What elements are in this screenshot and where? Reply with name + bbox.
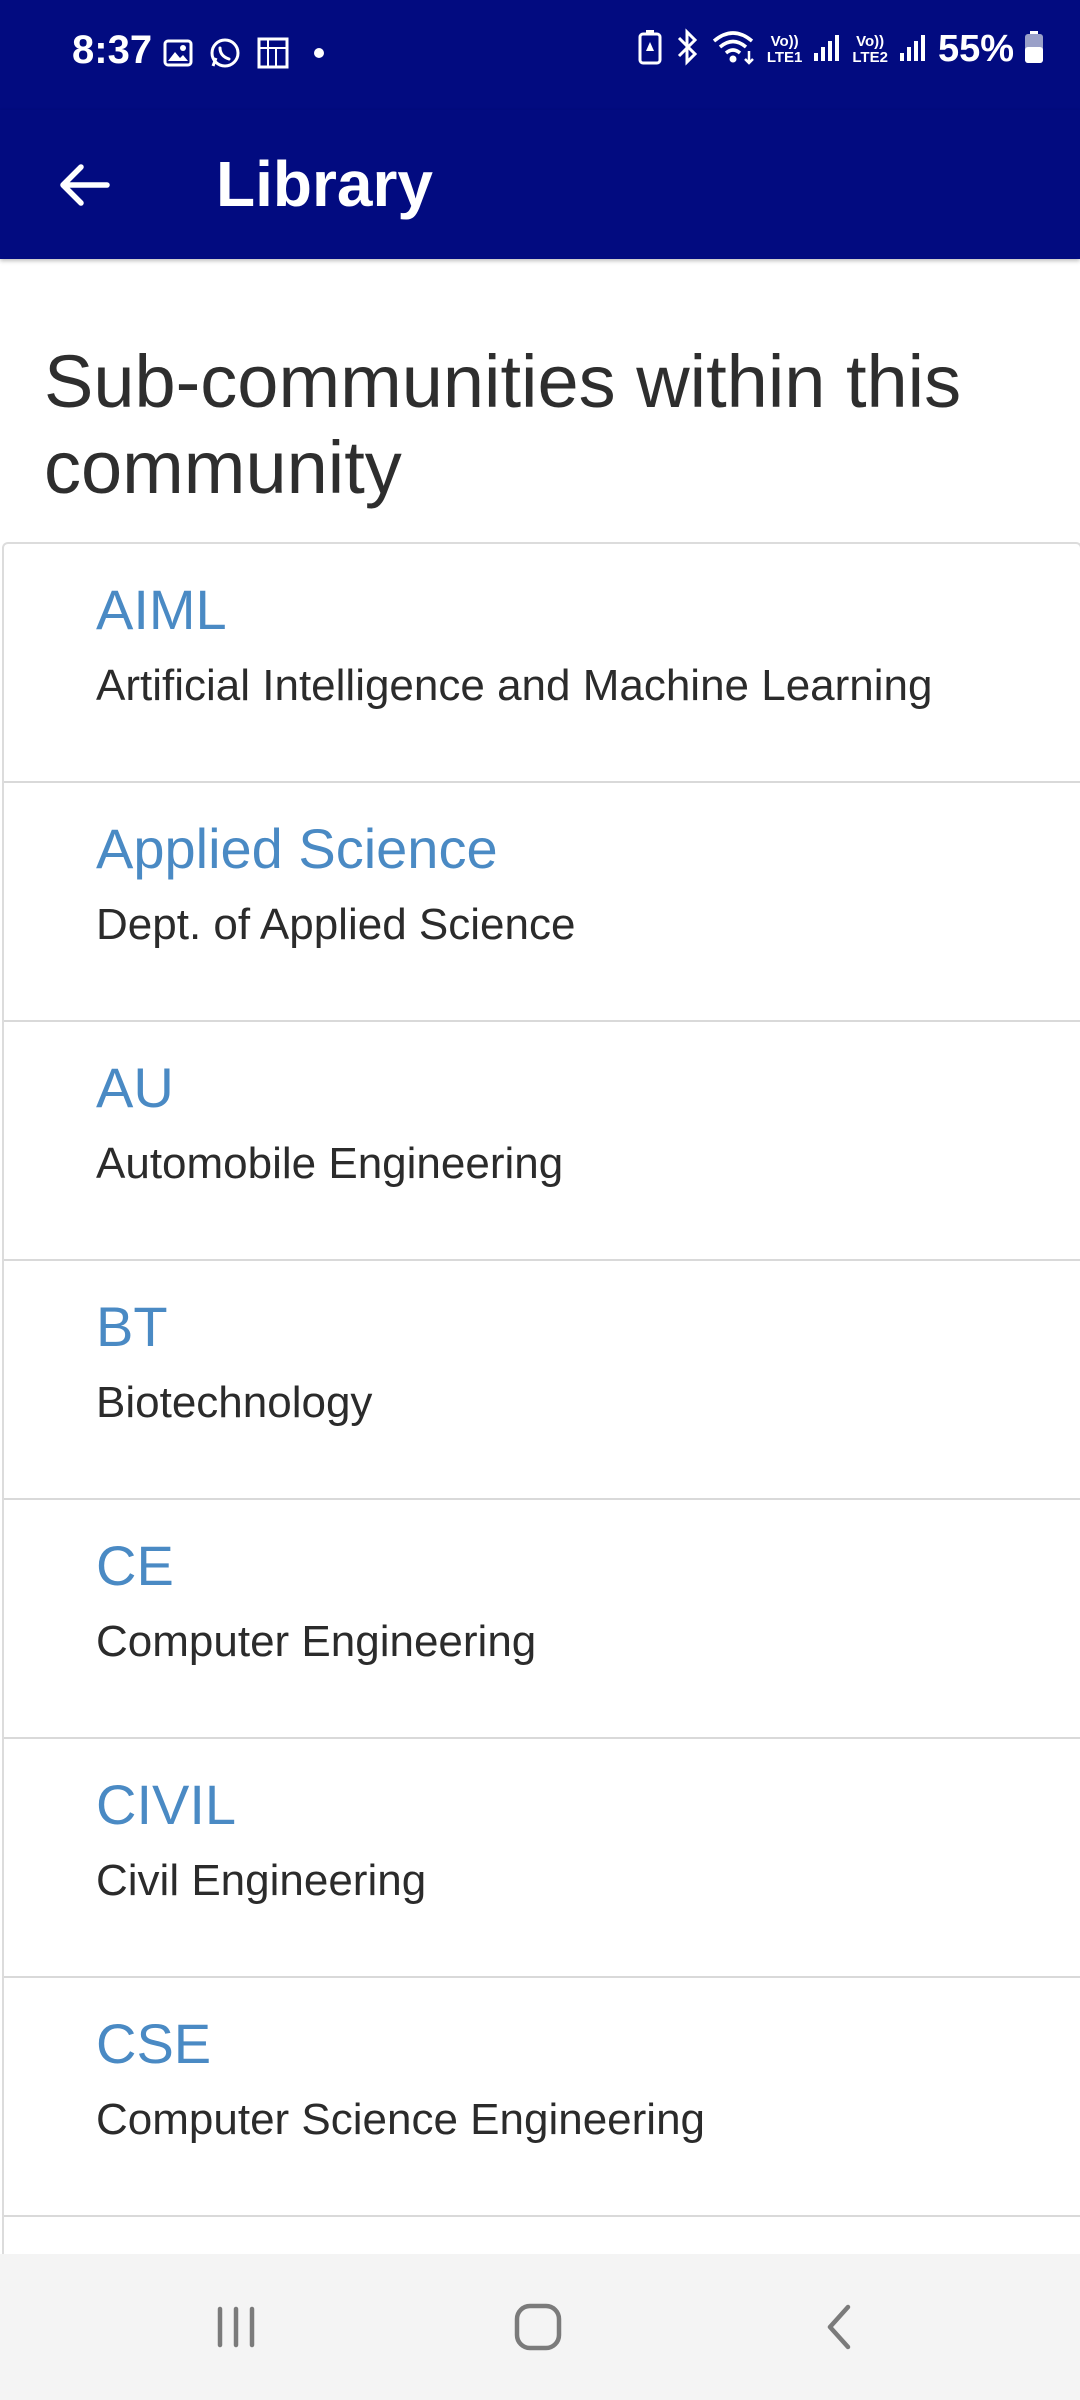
community-title-link[interactable]: AIML xyxy=(96,544,1080,644)
community-title-link[interactable]: Applied Science xyxy=(96,783,1080,883)
signal-icon: Vo)) LTE1 xyxy=(766,32,803,66)
status-time: 8:37 xyxy=(72,28,153,72)
community-title-link[interactable]: CE xyxy=(96,1500,1080,1600)
list-item[interactable]: CE Computer Engineering xyxy=(4,1500,1080,1739)
back-icon xyxy=(827,2304,851,2350)
bluetooth-icon xyxy=(673,28,701,71)
community-description: Biotechnology xyxy=(96,1378,373,1427)
community-description: Civil Engineering xyxy=(96,1856,427,1905)
community-description: Computer Science Engineering xyxy=(96,2095,706,2144)
community-title-link[interactable]: BT xyxy=(96,1261,1080,1361)
status-system-icons: Vo)) LTE1 Vo)) LTE2 55% xyxy=(637,28,1044,71)
battery-icon xyxy=(1024,30,1044,69)
battery-percent: 55% xyxy=(937,28,1014,70)
list-item[interactable]: AU Automobile Engineering xyxy=(4,1022,1080,1261)
signal-bars-sim1-icon xyxy=(812,31,842,68)
signal-icon-sim2: Vo)) LTE2 xyxy=(852,32,888,66)
gallery-icon xyxy=(162,37,194,74)
sim1-label: LTE1 xyxy=(766,48,803,66)
arrow-left-icon xyxy=(60,164,110,206)
list-item[interactable]: CIVIL Civil Engineering xyxy=(4,1739,1080,1978)
community-description: Dept. of Applied Science xyxy=(96,900,576,949)
status-bar: 8:37 Vo)) LTE1 Vo)) LTE2 55% xyxy=(0,0,1080,110)
community-title-link[interactable]: CSE xyxy=(96,1978,1080,2078)
wifi-icon xyxy=(711,29,757,70)
home-button[interactable] xyxy=(478,2282,598,2372)
volte-label-2: Vo)) xyxy=(856,32,885,50)
volte-label: Vo)) xyxy=(770,32,799,50)
community-description: Automobile Engineering xyxy=(96,1139,564,1188)
community-title-link[interactable]: CIVIL xyxy=(96,1739,1080,1839)
list-item[interactable]: CSE Computer Science Engineering xyxy=(4,1978,1080,2217)
back-nav-button[interactable] xyxy=(780,2282,900,2372)
list-item[interactable]: Applied Science Dept. of Applied Science xyxy=(4,783,1080,1022)
recents-icon xyxy=(217,2306,255,2348)
community-title-link[interactable]: AU xyxy=(96,1022,1080,1122)
battery-saver-icon xyxy=(637,29,663,70)
list-item[interactable]: BT Biotechnology xyxy=(4,1261,1080,1500)
whatsapp-icon xyxy=(208,36,242,75)
system-nav-bar xyxy=(0,2254,1080,2400)
list-item[interactable]: AIML Artificial Intelligence and Machine … xyxy=(4,544,1080,783)
home-icon xyxy=(514,2303,562,2351)
signal-bars-sim2-icon xyxy=(898,31,928,68)
app-title: Library xyxy=(216,148,433,220)
dot-icon xyxy=(304,38,334,73)
sim2-label: LTE2 xyxy=(852,48,888,66)
recents-button[interactable] xyxy=(176,2282,296,2372)
app-notification-icon xyxy=(256,36,290,75)
community-description: Computer Engineering xyxy=(96,1617,537,1666)
community-description: Artificial Intelligence and Machine Lear… xyxy=(96,661,933,710)
back-button[interactable] xyxy=(40,140,130,230)
section-heading: Sub-communities within this community xyxy=(44,340,962,509)
status-notification-icons xyxy=(162,36,334,75)
main-content: Sub-communities within this community xyxy=(0,259,1080,545)
sub-community-list: AIML Artificial Intelligence and Machine … xyxy=(2,542,1080,2254)
app-bar: Library xyxy=(0,110,1080,259)
